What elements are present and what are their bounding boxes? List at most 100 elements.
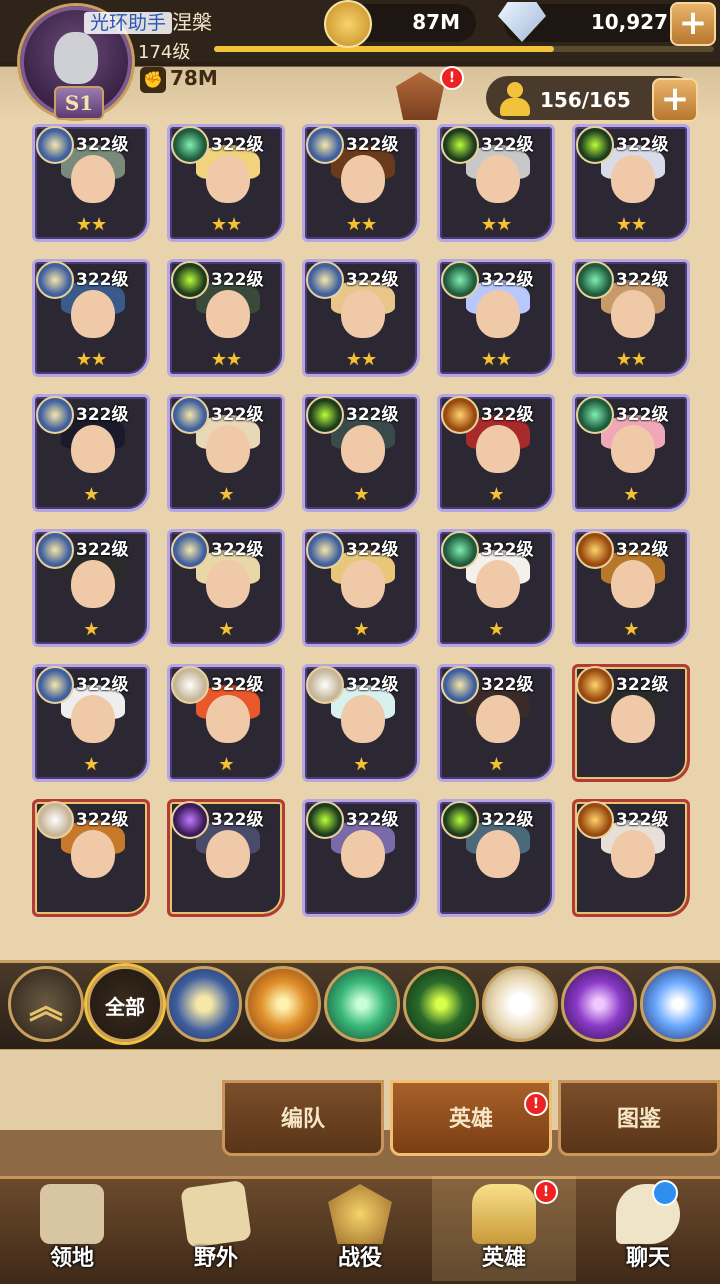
nav-chat[interactable]: 聊天 xyxy=(576,1176,720,1281)
combat-power: ✊ 78M xyxy=(140,66,218,93)
hero-level: 322级 xyxy=(616,810,669,830)
hero-level: 322级 xyxy=(76,540,129,560)
hero-stars: ★ xyxy=(623,619,639,640)
nav-wilderness-label: 野外 xyxy=(193,1246,238,1271)
hero-card[interactable]: 322级 xyxy=(32,799,150,917)
nav-chat-label: 聊天 xyxy=(625,1246,670,1271)
filter-graveborn-icon[interactable] xyxy=(403,966,479,1042)
tab-heroes[interactable]: 英雄 xyxy=(390,1080,552,1156)
add-diamonds-button[interactable]: + xyxy=(670,2,716,46)
hero-card[interactable]: ★ 322级 xyxy=(302,394,420,512)
faction-icon xyxy=(171,801,209,839)
hero-stars: ★★ xyxy=(615,349,647,370)
hero-level: 322级 xyxy=(481,540,534,560)
hero-card[interactable]: ★★ 322级 xyxy=(572,259,690,377)
faction-icon xyxy=(171,666,209,704)
hero-card[interactable]: ★ 322级 xyxy=(167,664,285,782)
nav-territory[interactable]: 领地 xyxy=(0,1176,144,1281)
hero-card[interactable]: ★ 322级 xyxy=(437,664,555,782)
hero-card[interactable]: ★★ 322级 xyxy=(572,124,690,242)
hero-level: 322级 xyxy=(211,675,264,695)
hero-card[interactable]: 322级 xyxy=(572,799,690,917)
faction-icon xyxy=(441,531,479,569)
diamond-value: 10,927 xyxy=(590,10,668,34)
tab-codex[interactable]: 图鉴 xyxy=(558,1080,720,1156)
hero-level: 322级 xyxy=(616,135,669,155)
hero-face xyxy=(206,425,250,473)
hero-level: 322级 xyxy=(346,270,399,290)
hero-face xyxy=(476,425,520,473)
nav-campaign[interactable]: 战役 xyxy=(288,1176,432,1281)
filter-all-icon[interactable]: 全部 xyxy=(87,966,163,1042)
filter-dimensional-icon[interactable] xyxy=(640,966,716,1042)
faction-icon xyxy=(306,261,344,299)
faction-icon xyxy=(576,531,614,569)
faction-icon xyxy=(36,261,74,299)
hero-level: 322级 xyxy=(76,135,129,155)
hero-card[interactable]: ★ 322级 xyxy=(32,664,150,782)
hero-card[interactable]: ★★ 322级 xyxy=(437,124,555,242)
hero-stars: ★★ xyxy=(480,349,512,370)
filter-hypogean-icon[interactable] xyxy=(561,966,637,1042)
hero-card[interactable]: ★★ 322级 xyxy=(32,259,150,377)
tab-codex-label: 图鉴 xyxy=(616,1107,661,1132)
faction-icon xyxy=(576,801,614,839)
filter-wilder-icon[interactable] xyxy=(324,966,400,1042)
hero-face xyxy=(476,290,520,338)
hero-card[interactable]: ★ 322级 xyxy=(32,529,150,647)
faction-icon xyxy=(36,531,74,569)
hero-level: 322级 xyxy=(76,810,129,830)
hero-card[interactable]: 322级 xyxy=(437,799,555,917)
hero-face xyxy=(341,425,385,473)
nav-territory-label: 领地 xyxy=(49,1246,94,1271)
faction-icon xyxy=(576,126,614,164)
hero-face xyxy=(71,155,115,203)
hero-face xyxy=(71,560,115,608)
hero-card[interactable]: ★ 322级 xyxy=(572,394,690,512)
filter-collapse-button[interactable] xyxy=(8,966,84,1042)
hero-card[interactable]: ★★ 322级 xyxy=(167,124,285,242)
hero-card[interactable]: 322级 xyxy=(572,664,690,782)
hero-level: 322级 xyxy=(76,270,129,290)
hero-card[interactable]: ★ 322级 xyxy=(32,394,150,512)
tab-formation[interactable]: 编队 xyxy=(222,1080,384,1156)
add-capacity-button[interactable]: + xyxy=(652,78,698,122)
player-name-tag: 光环助手 xyxy=(84,12,173,34)
hero-stars: ★ xyxy=(83,619,99,640)
hero-card[interactable]: ★★ 322级 xyxy=(32,124,150,242)
hero-card[interactable]: 322级 xyxy=(167,799,285,917)
hero-card[interactable]: ★★ 322级 xyxy=(302,259,420,377)
hero-stars: ★ xyxy=(353,484,369,505)
filter-lightbearer-icon[interactable] xyxy=(166,966,242,1042)
hero-card[interactable]: ★★ 322级 xyxy=(302,124,420,242)
hero-card[interactable]: ★ 322级 xyxy=(572,529,690,647)
hero-card[interactable]: ★★ 322级 xyxy=(167,259,285,377)
avatar-portrait xyxy=(54,32,98,84)
hero-face xyxy=(71,425,115,473)
faction-icon xyxy=(576,666,614,704)
hero-card[interactable]: ★ 322级 xyxy=(437,529,555,647)
hero-face xyxy=(611,560,655,608)
hero-card[interactable]: ★ 322级 xyxy=(167,394,285,512)
nav-heroes-label: 英雄 xyxy=(481,1246,526,1271)
hero-stars: ★★ xyxy=(210,214,242,235)
xp-bar-fill xyxy=(214,46,554,52)
hero-face xyxy=(476,560,520,608)
heroes-tab-alert-badge: ! xyxy=(524,1092,548,1116)
hero-face xyxy=(71,830,115,878)
hero-card[interactable]: 322级 xyxy=(302,799,420,917)
hero-card[interactable]: ★★ 322级 xyxy=(437,259,555,377)
hero-card[interactable]: ★ 322级 xyxy=(302,529,420,647)
nav-campaign-label: 战役 xyxy=(337,1246,382,1271)
hero-face xyxy=(341,560,385,608)
hero-card[interactable]: ★ 322级 xyxy=(437,394,555,512)
hero-level: 322级 xyxy=(211,270,264,290)
hero-level: 322级 xyxy=(76,405,129,425)
nav-wilderness[interactable]: 野外 xyxy=(144,1176,288,1281)
hero-card[interactable]: ★ 322级 xyxy=(167,529,285,647)
hero-card[interactable]: ★ 322级 xyxy=(302,664,420,782)
hero-level: 322级 xyxy=(346,540,399,560)
filter-mauler-icon[interactable] xyxy=(245,966,321,1042)
filter-celestial-icon[interactable] xyxy=(482,966,558,1042)
hero-face xyxy=(206,830,250,878)
